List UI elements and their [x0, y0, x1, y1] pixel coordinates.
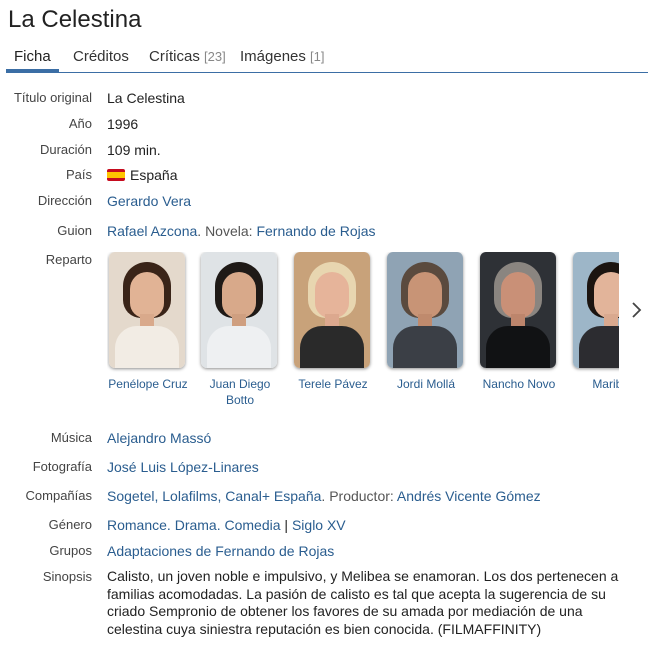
field-label: Música: [50, 430, 92, 445]
cast-card[interactable]: Maribel: [571, 252, 619, 392]
genre-separator: |: [280, 517, 292, 533]
field-label: Guion: [57, 223, 92, 238]
script-value: Rafael Azcona. Novela: Fernando de Rojas: [107, 223, 376, 239]
field-label: Año: [68, 116, 92, 131]
field-label: Grupos: [49, 543, 92, 558]
tab-ficha[interactable]: Ficha: [14, 48, 51, 65]
field-label: Duración: [39, 142, 92, 157]
producer-link[interactable]: Andrés Vicente Gómez: [397, 488, 541, 504]
cast-card[interactable]: Terele Pávez: [292, 252, 374, 392]
genre-link-romance[interactable]: Romance: [107, 517, 167, 533]
original-title-value: La Celestina: [107, 90, 185, 106]
actor-photo[interactable]: [573, 252, 619, 368]
page-title: La Celestina: [8, 6, 142, 33]
field-label: Género: [48, 517, 92, 532]
cinematographer-link[interactable]: José Luis López-Linares: [107, 459, 259, 475]
producer-separator: . Productor:: [321, 488, 397, 504]
field-label: Compañías: [25, 488, 92, 503]
novel-author-link[interactable]: Fernando de Rojas: [256, 223, 375, 239]
tab-criticas[interactable]: Críticas [23]: [149, 48, 226, 65]
spain-flag-icon: [107, 169, 125, 181]
tab-divider: [6, 72, 648, 73]
cast-carousel: Penélope Cruz Juan Diego Botto Terele Pá…: [107, 252, 619, 412]
actor-name-link[interactable]: Penélope Cruz: [107, 376, 189, 392]
actor-photo[interactable]: [201, 252, 277, 368]
field-label: Fotografía: [32, 459, 92, 474]
actor-name-link[interactable]: Jordi Mollá: [385, 376, 467, 392]
genre-value: Romance. Drama. Comedia | Siglo XV: [107, 517, 346, 533]
cast-card[interactable]: Jordi Mollá: [385, 252, 467, 392]
tab-count: [1]: [310, 49, 325, 64]
tab-bar: Ficha Créditos Críticas [23] Imágenes [1…: [0, 44, 648, 73]
group-link[interactable]: Adaptaciones de Fernando de Rojas: [107, 543, 334, 559]
topic-link-siglo-xv[interactable]: Siglo XV: [292, 517, 346, 533]
companies-link[interactable]: Sogetel, Lolafilms, Canal+ España: [107, 488, 321, 504]
field-label: Dirección: [37, 193, 92, 208]
actor-photo[interactable]: [480, 252, 556, 368]
duration-value: 109 min.: [107, 142, 161, 158]
country-name: España: [130, 167, 178, 183]
genre-link-comedia[interactable]: Comedia: [225, 517, 281, 533]
tab-count: [23]: [204, 49, 226, 64]
actor-name-link[interactable]: Nancho Novo: [478, 376, 560, 392]
writer-link[interactable]: Rafael Azcona: [107, 223, 197, 239]
field-label: Reparto: [45, 252, 92, 267]
actor-name-link[interactable]: Maribel: [571, 376, 619, 392]
cast-card[interactable]: Penélope Cruz: [107, 252, 189, 392]
novel-separator: . Novela:: [197, 223, 257, 239]
actor-photo[interactable]: [294, 252, 370, 368]
tab-imagenes[interactable]: Imágenes [1]: [240, 48, 325, 65]
composer-link[interactable]: Alejandro Massó: [107, 430, 211, 446]
year-value: 1996: [107, 116, 139, 132]
field-label: Título original: [13, 90, 92, 105]
genre-link-drama[interactable]: Drama: [175, 517, 217, 533]
field-label: Sinopsis: [42, 569, 92, 584]
cast-card[interactable]: Juan Diego Botto: [199, 252, 281, 408]
actor-photo[interactable]: [387, 252, 463, 368]
actor-photo[interactable]: [109, 252, 185, 368]
country-value: España: [107, 167, 177, 183]
cast-card[interactable]: Nancho Novo: [478, 252, 560, 392]
actor-name-link[interactable]: Terele Pávez: [292, 376, 374, 392]
director-link[interactable]: Gerardo Vera: [107, 193, 191, 209]
tab-creditos[interactable]: Créditos: [73, 48, 129, 65]
companies-value: Sogetel, Lolafilms, Canal+ España. Produ…: [107, 488, 541, 504]
synopsis-text: Calisto, un joven noble e impulsivo, y M…: [107, 568, 619, 637]
field-label: País: [65, 167, 92, 182]
chevron-right-icon[interactable]: [628, 300, 644, 320]
actor-name-link[interactable]: Juan Diego Botto: [199, 376, 281, 408]
